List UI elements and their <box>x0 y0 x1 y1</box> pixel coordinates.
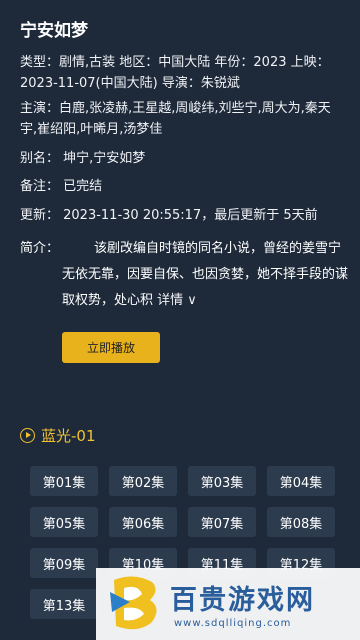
type-info: 类型：剧情,古装 地区：中国大陆 年份：2023 上映：2023-11-07(中… <box>20 55 330 91</box>
episode-button[interactable]: 第03集 <box>188 466 256 496</box>
synopsis-text: 该剧改编自时镜的同名小说，曾经的姜雪宁无依无靠，因要自保、也因贪婪，她不择手段的… <box>62 241 349 308</box>
synopsis-label: 简介： <box>20 241 60 256</box>
watermark-logo-icon <box>110 576 157 630</box>
watermark: 百贵游戏网 www.sdqlliqing.com <box>96 568 360 640</box>
watermark-url: www.sdqlliqing.com <box>174 618 292 629</box>
update-info: 更新： 2023-11-30 20:55:17，最后更新于 5天前 <box>20 208 318 223</box>
play-circle-icon <box>20 428 35 443</box>
source-tab[interactable]: 蓝光-01 <box>20 425 96 446</box>
episode-button[interactable]: 第09集 <box>30 548 98 578</box>
episode-button[interactable]: 第05集 <box>30 507 98 537</box>
page-title: 宁安如梦 <box>20 21 88 41</box>
episode-button[interactable]: 第02集 <box>109 466 177 496</box>
synopsis-body: 该剧改编自时镜的同名小说，曾经的姜雪宁无依无靠，因要自保、也因贪婪，她不择手段的… <box>62 236 352 314</box>
note-info: 备注： 已完结 <box>20 179 103 194</box>
episode-button[interactable]: 第08集 <box>267 507 335 537</box>
episode-button[interactable]: 第13集 <box>30 589 98 619</box>
synopsis-more-link[interactable]: 详情 ∨ <box>153 293 197 308</box>
alias-info: 别名： 坤宁,宁安如梦 <box>20 151 146 166</box>
episode-button[interactable]: 第07集 <box>188 507 256 537</box>
cast-info: 主演：白鹿,张凌赫,王星越,周峻纬,刘些宁,周大为,秦天宇,崔绍阳,叶晞月,汤梦… <box>20 101 331 137</box>
episode-button[interactable]: 第06集 <box>109 507 177 537</box>
source-label: 蓝光-01 <box>41 427 96 445</box>
episode-button[interactable]: 第01集 <box>30 466 98 496</box>
watermark-text: 百贵游戏网 <box>170 585 315 616</box>
episode-button[interactable]: 第04集 <box>267 466 335 496</box>
play-now-button[interactable]: 立即播放 <box>62 332 160 363</box>
